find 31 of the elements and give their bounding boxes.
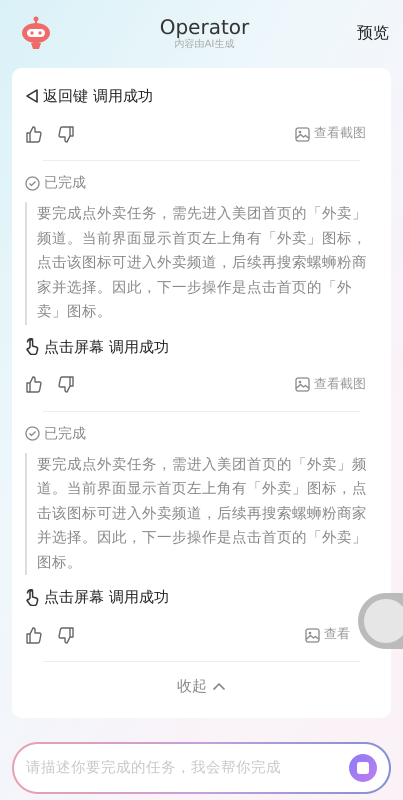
thumbs-down-icon[interactable] <box>58 126 75 142</box>
collapse-button[interactable]: 收起 <box>171 674 232 698</box>
back-triangle-icon <box>25 88 39 104</box>
view-screenshot-link[interactable]: 查看截图 <box>295 374 366 394</box>
action-result: 点击屏幕 调用成功 <box>44 336 169 356</box>
tap-hand-icon <box>25 338 40 355</box>
check-circle-icon <box>25 426 40 441</box>
robot-logo-icon <box>20 16 52 50</box>
thumbs-up-icon[interactable] <box>25 626 42 644</box>
check-circle-icon <box>25 176 40 190</box>
status-label: 已完成 <box>44 424 86 444</box>
stop-icon <box>357 762 369 774</box>
view-screenshot-link[interactable]: 查看截图 <box>295 124 366 144</box>
chevron-up-icon <box>212 682 226 692</box>
reasoning-text: 要完成点外卖任务，需先进入美团首页的「外卖」频道。当前界面显示首页左上角有「外卖」图标，点击该图标可进入外卖频道，后续再搜索螺蛳粉商家并选择。因此，下一步操作是点击首页的「外卖」图标。 <box>25 202 378 324</box>
action-result: 返回键 调用成功 <box>43 86 153 106</box>
action-result: 点击屏幕 调用成功 <box>44 587 169 607</box>
thumbs-down-icon[interactable] <box>58 626 75 644</box>
image-icon <box>295 126 310 142</box>
thumbs-down-icon[interactable] <box>58 376 75 393</box>
reasoning-text: 要完成点外卖任务，需进入美团首页的「外卖」频道。当前界面显示首页左上角有「外卖」图标，点击该图标可进入外卖频道，后续再搜索螺蛳粉商家并选择。因此，下一步操作是点击首页的「外卖」图标。 <box>25 452 378 575</box>
image-icon <box>295 377 310 392</box>
image-icon <box>305 628 320 642</box>
thumbs-up-icon[interactable] <box>25 376 42 393</box>
status-label: 已完成 <box>44 174 86 193</box>
thumbs-up-icon[interactable] <box>25 126 42 142</box>
view-screenshot-link[interactable]: 查看 <box>305 625 350 645</box>
tap-hand-icon <box>25 588 40 606</box>
preview-button[interactable]: 预览 <box>357 21 389 45</box>
ai-generated-note: 内容由AI生成 <box>174 39 236 51</box>
app-title: Operator <box>158 15 250 39</box>
